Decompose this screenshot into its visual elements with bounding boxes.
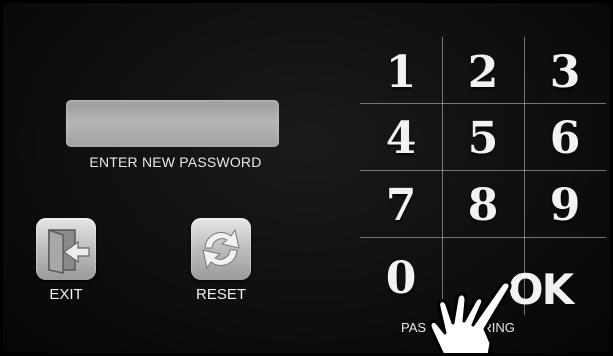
keypad-divider (360, 170, 606, 171)
exit-label: EXIT (49, 286, 83, 303)
exit-door-icon (36, 218, 96, 280)
key-9[interactable]: 9 (524, 174, 606, 236)
key-5[interactable]: 5 (442, 107, 524, 169)
refresh-arrows-icon (191, 218, 251, 280)
password-label: ENTER NEW PASSWORD (89, 154, 262, 170)
key-6[interactable]: 6 (524, 107, 606, 169)
key-4[interactable]: 4 (360, 107, 442, 169)
password-screen: ENTER NEW PASSWORD EXIT RESET 1 2 3 4 5 … (3, 3, 610, 353)
key-1[interactable]: 1 (360, 41, 442, 103)
reset-button[interactable]: RESET (191, 218, 251, 304)
key-3[interactable]: 3 (524, 41, 606, 103)
exit-button[interactable]: EXIT (36, 218, 96, 304)
keypad-divider (360, 103, 606, 104)
reset-label: RESET (195, 286, 246, 303)
key-7[interactable]: 7 (360, 174, 442, 236)
key-2[interactable]: 2 (442, 41, 524, 103)
password-display-field (66, 100, 279, 147)
key-8[interactable]: 8 (442, 174, 524, 236)
pointing-hand-icon (423, 271, 538, 353)
keypad-divider (360, 237, 606, 238)
